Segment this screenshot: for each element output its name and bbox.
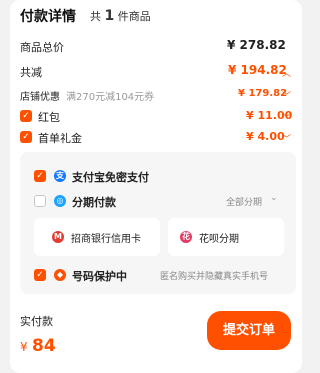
shield-icon: ◆ <box>54 269 66 281</box>
installment-checkbox[interactable] <box>34 195 46 207</box>
chevron-down-icon[interactable]: ﹀ <box>282 132 291 145</box>
chevron-up-icon[interactable]: ︿ <box>282 66 291 79</box>
installment-all-link[interactable]: 全部分期 <box>226 195 262 208</box>
store-discount-label: 店铺优惠 <box>20 92 60 103</box>
alipay-icon: 支 <box>54 170 66 182</box>
number-protect-checkbox[interactable]: ✓ <box>34 269 46 281</box>
paid-currency: ¥ <box>20 340 28 354</box>
store-discount-value[interactable]: ¥ 179.82 <box>238 88 287 99</box>
discount-total-label: 共减 <box>20 66 42 79</box>
alipay-checkbox[interactable]: ✓ <box>34 170 46 182</box>
number-protect-note: 匿名购买并隐藏真实手机号 <box>160 272 269 282</box>
paid-amount: 84 <box>32 336 56 356</box>
huabei-icon: 花 <box>180 231 192 243</box>
discount-total-value[interactable]: ¥ 194.82 <box>228 63 287 77</box>
total-price-label: 商品总价 <box>20 41 64 54</box>
item-count: 共 1 件商品 <box>90 8 151 24</box>
first-gift-value: ¥ 4.00 <box>246 130 285 143</box>
cmb-option-label: 招商银行信用卡 <box>71 234 141 245</box>
installment-label[interactable]: 分期付款 <box>72 194 116 210</box>
hongbao-label: 红包 <box>38 111 60 124</box>
payment-method-panel: ✓ 支 支付宝免密支付 ◎ 分期付款 全部分期 ⌄ M 招商银行信用卡 花 花呗… <box>20 152 296 294</box>
submit-order-button[interactable]: 提交订单 <box>207 311 291 350</box>
huabei-option[interactable]: 花 花呗分期 <box>168 218 284 256</box>
store-discount-note: 满270元减104元券 <box>66 92 155 103</box>
first-gift-checkbox[interactable]: ✓ <box>20 131 32 143</box>
cmb-bank-icon: M <box>52 231 64 243</box>
huabei-option-label: 花呗分期 <box>199 234 239 245</box>
hongbao-checkbox[interactable]: ✓ <box>20 110 32 122</box>
chevron-down-icon[interactable]: ﹀ <box>282 89 291 102</box>
number-protect-label[interactable]: 号码保护中 <box>72 268 127 284</box>
first-gift-label: 首单礼金 <box>38 132 82 145</box>
alipay-label[interactable]: 支付宝免密支付 <box>72 169 149 185</box>
payment-detail-card: 付款详情 共 1 件商品 商品总价 ¥ 278.82 共减 ¥ 194.82 ︿… <box>10 0 302 373</box>
chevron-down-icon[interactable]: ﹀ <box>282 111 291 124</box>
paid-label: 实付款 <box>20 315 53 328</box>
total-price-value: ¥ 278.82 <box>227 38 286 52</box>
chevron-down-icon[interactable]: ⌄ <box>270 193 278 203</box>
page-title: 付款详情 <box>20 9 76 25</box>
installment-icon: ◎ <box>54 195 66 207</box>
cmb-credit-card-option[interactable]: M 招商银行信用卡 <box>34 218 160 256</box>
